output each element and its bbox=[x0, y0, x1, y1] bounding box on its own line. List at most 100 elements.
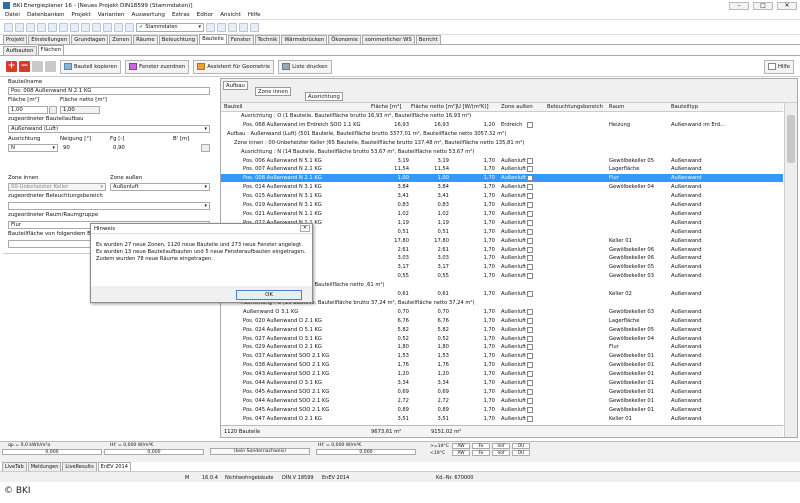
table-row[interactable]: Pos. 029 Außenwand O 2.1 KG 1,80 1,80 1,70 A… bbox=[221, 343, 783, 351]
row-checkbox[interactable] bbox=[527, 255, 533, 262]
tab-bericht[interactable]: Bericht bbox=[415, 35, 441, 44]
group-chip-ausrichtung[interactable]: Ausrichtung bbox=[305, 92, 343, 101]
group-row[interactable]: Ausrichtung : N (14 Bauteile, Bauteilflä… bbox=[221, 148, 783, 156]
table-row[interactable]: Pos. 044 Außenwand O 3.1 KG 3,34 3,34 1,70 A… bbox=[221, 379, 783, 387]
menu-item-extras[interactable]: Extras bbox=[172, 12, 190, 18]
table-row[interactable]: Pos. 037 Außenwand SOO 2.1 KG 1,53 1,53 1,7… bbox=[221, 352, 783, 360]
geometry-assistant-button[interactable]: Assistent für Geometrie bbox=[193, 59, 275, 74]
table-row[interactable]: Pos. 015 Außenwand N 3.1 KG 3,41 3,41 1,70 A… bbox=[221, 192, 783, 200]
neigung-input[interactable]: 90 bbox=[60, 144, 108, 152]
column-header-cell[interactable]: Fläche netto [m²] bbox=[411, 104, 457, 110]
tab-projekt[interactable]: Projekt bbox=[3, 35, 28, 44]
table-row[interactable]: Pos. 068 Außenwand im Erdreich SOO 1.1 K… bbox=[221, 121, 783, 129]
scroll-thumb[interactable] bbox=[787, 115, 795, 163]
row-checkbox[interactable] bbox=[527, 335, 533, 342]
remove-icon[interactable]: − bbox=[19, 61, 30, 72]
row-checkbox[interactable] bbox=[527, 210, 533, 217]
table-row[interactable]: Pos. 045 Außenwand SOO 2.1 KG 0,69 0,69 1,7… bbox=[221, 388, 783, 396]
copy-component-button[interactable]: Bauteil kopieren bbox=[60, 59, 122, 74]
row-checkbox[interactable] bbox=[527, 353, 533, 360]
group-row[interactable]: Zone innen : 00-Unbeheizter Keller (65 B… bbox=[221, 139, 783, 147]
row-checkbox[interactable] bbox=[527, 362, 533, 369]
column-header-cell[interactable]: Beleuchtungsbereich bbox=[547, 104, 603, 110]
menu-item-datenbanken[interactable]: Datenbanken bbox=[27, 12, 64, 18]
row-checkbox[interactable] bbox=[527, 273, 533, 280]
maximize-button[interactable]: □ bbox=[753, 1, 773, 10]
help-button[interactable]: Hilfe bbox=[763, 59, 794, 74]
menu-item-varianten[interactable]: Varianten bbox=[98, 12, 125, 18]
table-row[interactable]: Pos. 006 Außenwand N 5.1 KG 3,19 3,19 1,70 A… bbox=[221, 157, 783, 165]
ok-button[interactable]: OK bbox=[236, 290, 302, 300]
menu-item-ansicht[interactable]: Ansicht bbox=[220, 12, 241, 18]
print-list-button[interactable]: Liste drucken bbox=[278, 59, 332, 74]
settings-icon[interactable] bbox=[103, 22, 112, 32]
bottom-tab-livetab[interactable]: LiveTab bbox=[2, 462, 27, 471]
table-row[interactable]: Pos. 019 Außenwand N 3.1 KG 0,83 0,83 1,70 A… bbox=[221, 201, 783, 209]
tab-sommerlicher-ws[interactable]: sommerlicher WS bbox=[362, 35, 415, 44]
column-header-cell[interactable]: Bauteil bbox=[224, 104, 243, 110]
row-checkbox[interactable] bbox=[527, 326, 533, 333]
row-checkbox[interactable] bbox=[527, 397, 533, 404]
b-dots-button[interactable] bbox=[201, 144, 210, 152]
up-icon[interactable] bbox=[32, 61, 43, 72]
column-header-cell[interactable]: Zone außen bbox=[501, 104, 533, 110]
dialog-close-icon[interactable]: ✕ bbox=[300, 225, 310, 232]
down-icon[interactable] bbox=[45, 61, 56, 72]
bauteilname-input[interactable]: Pos. 008 Außenwand N 2.1 KG bbox=[8, 87, 210, 95]
check-icon[interactable] bbox=[92, 22, 101, 32]
table-row[interactable]: Pos. 007 Außenwand N 2.1 KG 11,54 11,54 1,7… bbox=[221, 165, 783, 173]
chart-icon[interactable] bbox=[81, 22, 90, 32]
table-row[interactable]: Pos. 027 Außenwand O 3.1 KG 0,52 0,52 1,70 A… bbox=[221, 335, 783, 343]
row-checkbox[interactable] bbox=[527, 406, 533, 413]
close-button[interactable]: ✕ bbox=[777, 1, 797, 10]
help-icon[interactable] bbox=[114, 22, 123, 32]
print-icon[interactable] bbox=[37, 22, 46, 32]
ausrichtung-select[interactable]: N bbox=[8, 144, 58, 152]
table-row[interactable]: Pos. 045 Außenwand SOO 2.1 KG 0,89 0,89 1,7… bbox=[221, 406, 783, 414]
row-checkbox[interactable] bbox=[527, 371, 533, 378]
beleuchtung-select[interactable] bbox=[8, 202, 210, 210]
column-header-cell[interactable]: Bauteiltyp bbox=[671, 104, 698, 110]
table-row[interactable]: Pos. 021 Außenwand N 1.1 KG 1,02 1,02 1,70 A… bbox=[221, 210, 783, 218]
row-checkbox[interactable] bbox=[527, 246, 533, 253]
table-row[interactable]: Pos. 047 Außenwand O 2.1 KG 3,51 3,51 1,70 A… bbox=[221, 415, 783, 423]
tab-technik[interactable]: Technik bbox=[254, 35, 281, 44]
new-icon[interactable] bbox=[4, 22, 13, 32]
row-checkbox[interactable] bbox=[527, 308, 533, 315]
vertical-scrollbar[interactable] bbox=[784, 103, 797, 437]
row-checkbox[interactable] bbox=[527, 184, 533, 191]
open-icon[interactable] bbox=[15, 22, 24, 32]
bottom-tab-liveresults[interactable]: LiveResults bbox=[62, 462, 97, 471]
tab-einstellungen[interactable]: Einstellungen bbox=[28, 35, 71, 44]
tab-beleuchtung[interactable]: Beleuchtung bbox=[158, 35, 199, 44]
row-checkbox[interactable] bbox=[527, 175, 533, 182]
row-checkbox[interactable] bbox=[527, 193, 533, 200]
group-row[interactable]: Aufbau : Außenwand (Luft) (501 Bauteile,… bbox=[221, 130, 783, 138]
table-row[interactable]: Pos. 044 Außenwand SOO 2.1 KG 2,72 2,72 1,7… bbox=[221, 397, 783, 405]
table-row[interactable]: Außenwand O 3.1 KG 0,70 0,70 1,70 Außenluft G… bbox=[221, 308, 783, 316]
aufbau-select[interactable]: Außenwand (Luft) bbox=[8, 125, 210, 133]
calculate-icon[interactable] bbox=[59, 22, 68, 32]
row-checkbox[interactable] bbox=[527, 344, 533, 351]
report-icon[interactable] bbox=[70, 22, 79, 32]
row-checkbox[interactable] bbox=[527, 228, 533, 235]
flaeche-input[interactable]: 1,00 bbox=[8, 106, 48, 114]
redo-icon[interactable] bbox=[250, 22, 259, 32]
save-icon[interactable] bbox=[26, 22, 35, 32]
tab-wärmebrücken[interactable]: Wärmebrücken bbox=[281, 35, 328, 44]
column-header-cell[interactable]: Fläche [m²] bbox=[371, 104, 401, 110]
menu-item-datei[interactable]: Datei bbox=[5, 12, 20, 18]
table-row[interactable]: Pos. 014 Außenwand N 3.1 KG 3,84 3,84 1,70 A… bbox=[221, 183, 783, 191]
db-icon[interactable] bbox=[125, 22, 134, 32]
column-header-cell[interactable]: Raum bbox=[609, 104, 624, 110]
minimize-button[interactable]: – bbox=[729, 1, 749, 10]
row-checkbox[interactable] bbox=[527, 291, 533, 297]
bottom-tab-meldungen[interactable]: Meldungen bbox=[27, 462, 62, 471]
tab-zonen[interactable]: Zonen bbox=[109, 35, 133, 44]
table-row[interactable]: Pos. 024 Außenwand O 5.1 KG 5,82 5,82 1,70 A… bbox=[221, 326, 783, 334]
flaeche-dots-button[interactable] bbox=[49, 106, 57, 114]
variant-select[interactable]: ✔ Stammdaten ▾ bbox=[136, 22, 204, 32]
row-checkbox[interactable] bbox=[527, 166, 533, 173]
table-row[interactable]: Pos. 038 Außenwand SOO 2.1 KG 1,76 1,76 1,7… bbox=[221, 361, 783, 369]
paste-icon[interactable] bbox=[217, 22, 226, 32]
